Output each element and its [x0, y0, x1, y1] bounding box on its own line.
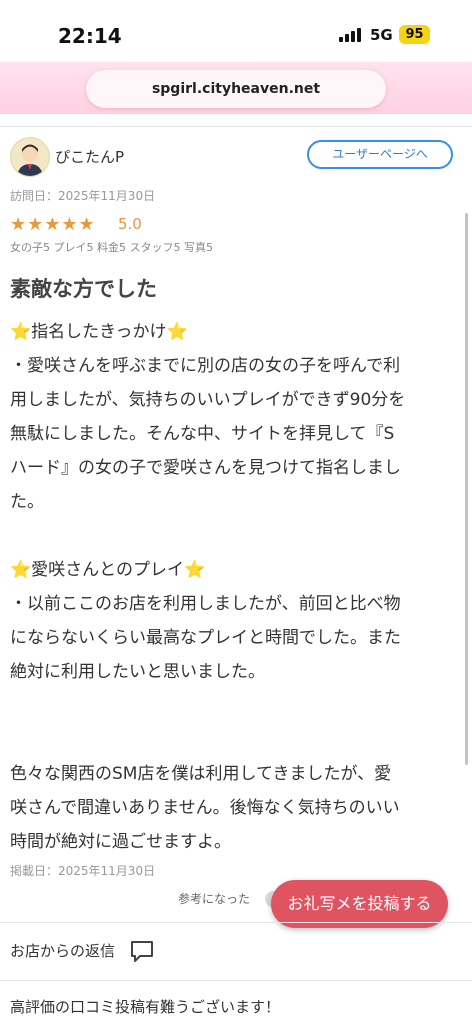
- review-line: 絶対に利用したいと思いました。: [10, 662, 265, 682]
- post-thank-you-photo-button[interactable]: お礼写メを投稿する: [271, 880, 448, 928]
- review-line: た。: [10, 492, 44, 512]
- review-line: にならないくらい最高なプレイと時間でした。また: [10, 628, 401, 648]
- divider: [0, 126, 472, 127]
- sub-ratings: 女の子5 プレイ5 料金5 スタッフ5 写真5: [10, 241, 213, 254]
- network-type: 5G: [370, 26, 393, 44]
- clock: 22:14: [58, 24, 122, 48]
- browser-url-area: spgirl.cityheaven.net: [0, 62, 472, 114]
- rating-value: 5.0: [118, 215, 142, 233]
- review-line: 咲さんで間違いありません。後悔なく気持ちのいい: [10, 798, 400, 818]
- review-line: 色々な関西のSM店を僕は利用してきましたが、愛: [10, 764, 392, 784]
- user-page-button[interactable]: ユーザーページへ: [307, 140, 453, 169]
- review-line: ⭐愛咲さんとのプレイ⭐: [10, 560, 206, 580]
- chat-bubble-icon[interactable]: [130, 939, 154, 963]
- review-body: ⭐指名したきっかけ⭐ ・愛咲さんを呼ぶまでに別の店の女の子を呼んで利 用しました…: [10, 315, 462, 859]
- divider: [0, 980, 472, 981]
- review-line: ・以前ここのお店を利用しましたが、前回と比べ物: [10, 594, 401, 614]
- divider: [0, 922, 472, 923]
- review-line: 用しましたが、気持ちのいいプレイができず90分を: [10, 390, 406, 410]
- visit-date: 訪問日：2025年11月30日: [10, 189, 156, 203]
- battery-icon: 95: [399, 25, 430, 44]
- review-title: 素敵な方でした: [10, 277, 157, 301]
- status-bar: 22:14 5G 95: [0, 0, 472, 62]
- shop-reply-text: 高評価の口コミ投稿有難うございます！: [10, 998, 281, 1016]
- review-line: ⭐指名したきっかけ⭐: [10, 322, 188, 342]
- scrollbar[interactable]: [465, 213, 468, 765]
- review-line: 無駄にしました。そんな中、サイトを拝見して『S: [10, 424, 395, 444]
- review-line: ハード』の女の子で愛咲さんを見つけて指名しまし: [10, 458, 401, 478]
- shop-reply-label[interactable]: お店からの返信: [10, 940, 115, 961]
- review-line: ・愛咲さんを呼ぶまでに別の店の女の子を呼んで利: [10, 356, 401, 376]
- avatar: [10, 137, 50, 177]
- url-bar[interactable]: spgirl.cityheaven.net: [86, 70, 386, 108]
- reviewer-name[interactable]: ぴこたんP: [55, 146, 124, 167]
- review-line: 時間が絶対に過ごせますよ。: [10, 832, 231, 852]
- helpful-label: 参考になった: [178, 892, 251, 906]
- posted-date: 掲載日：2025年11月30日: [10, 864, 156, 878]
- star-rating-icon: ★★★★★: [10, 214, 96, 235]
- cellular-signal-icon: [339, 26, 363, 42]
